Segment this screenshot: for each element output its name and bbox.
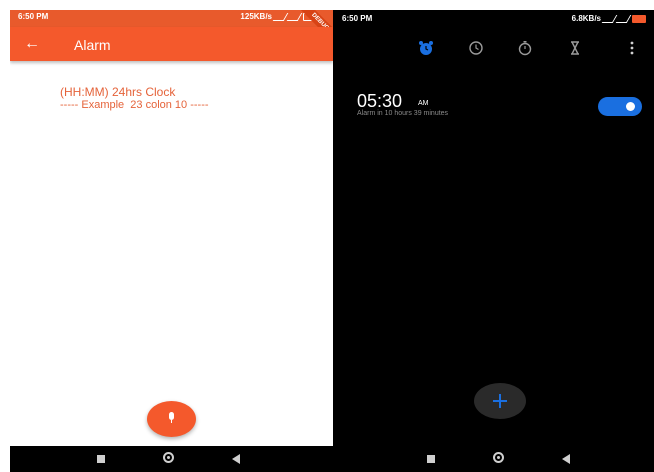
clock-icon[interactable]: [468, 40, 484, 56]
arrow-left-icon[interactable]: ←: [24, 35, 44, 53]
battery-icon: [632, 14, 646, 23]
system-nav-bar: [10, 446, 333, 472]
network-speed: 6.8KB/s: [571, 14, 601, 23]
alarm-countdown-text: Alarm in 10 hours 39 minutes: [357, 110, 449, 117]
voice-input-button[interactable]: [147, 401, 196, 437]
back-nav-icon[interactable]: [232, 454, 240, 464]
instruction-example: ----- Example 23 colon 10 -----: [60, 99, 209, 111]
stopwatch-icon[interactable]: [517, 40, 533, 56]
signal-icon: [615, 14, 632, 23]
alarm-clock-icon[interactable]: [418, 40, 434, 56]
alarm-enable-toggle[interactable]: [598, 97, 642, 116]
alarm-ampm: AM: [418, 100, 429, 107]
status-bar: 6:50 PM 125KB/s DEBUG: [10, 10, 333, 51]
app-bar: ← Alarm: [10, 27, 333, 61]
alarm-time[interactable]: 05:30: [357, 91, 402, 112]
toggle-knob: [626, 102, 635, 111]
status-indicators: 6.8KB/s: [572, 14, 646, 23]
home-icon[interactable]: [163, 452, 174, 463]
more-vert-icon[interactable]: [630, 41, 634, 55]
status-bar: 6:50 PM 6.8KB/s: [333, 10, 654, 27]
plus-icon: [493, 394, 507, 408]
home-icon[interactable]: [493, 452, 504, 463]
status-time: 6:50 PM: [18, 12, 49, 21]
hourglass-icon[interactable]: [567, 40, 583, 56]
signal-icon: [601, 14, 618, 23]
microphone-icon: [168, 412, 175, 424]
signal-icon: [272, 12, 289, 21]
status-time: 6:50 PM: [342, 14, 373, 23]
system-nav-bar: [333, 446, 654, 472]
add-alarm-button[interactable]: [474, 383, 526, 419]
signal-icon: [286, 12, 303, 21]
left-phone-screen: 6:50 PM 125KB/s DEBUG ← Alarm (HH:MM) 24…: [10, 10, 333, 472]
recents-icon[interactable]: [97, 455, 105, 463]
page-title: Alarm: [74, 37, 111, 53]
recents-icon[interactable]: [427, 455, 435, 463]
network-speed: 125KB/s: [240, 12, 272, 21]
back-nav-icon[interactable]: [562, 454, 570, 464]
instruction-format: (HH:MM) 24hrs Clock: [60, 85, 176, 99]
right-phone-screen: 6:50 PM 6.8KB/s 05:30 AM Alarm in 10 hou…: [333, 10, 654, 472]
